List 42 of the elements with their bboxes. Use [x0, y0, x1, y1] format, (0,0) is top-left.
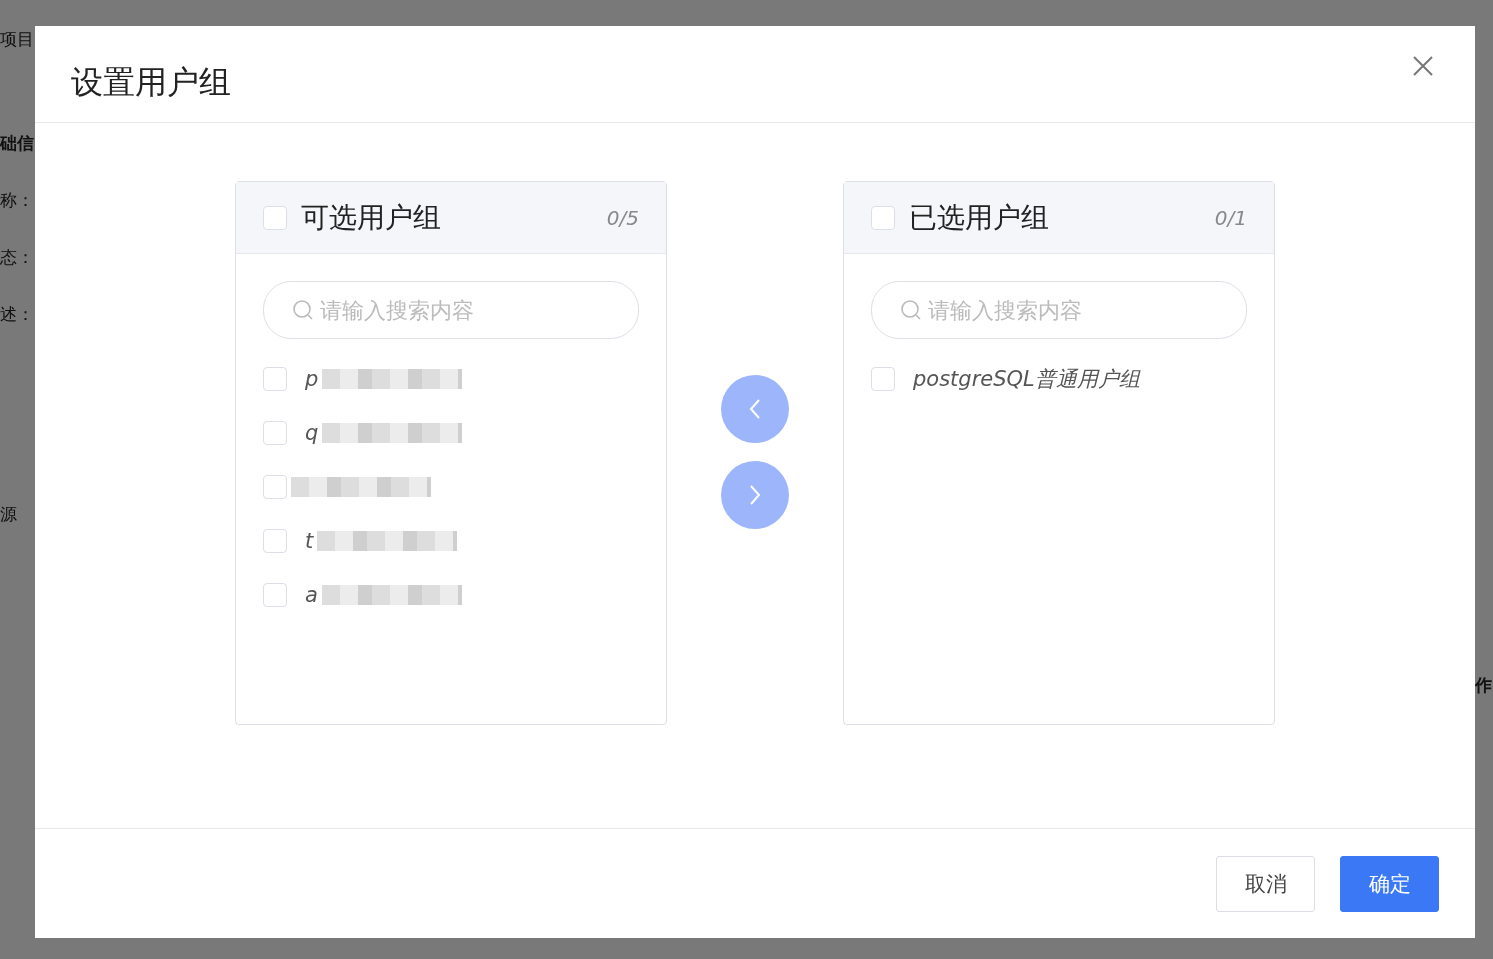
confirm-button[interactable]: 确定 — [1340, 855, 1439, 912]
item-label: p — [305, 367, 319, 391]
panel-title: 可选用户组 — [301, 199, 442, 236]
select-all-checkbox[interactable] — [871, 205, 895, 230]
item-checkbox[interactable] — [263, 583, 287, 607]
item-checkbox[interactable] — [263, 367, 287, 391]
list-item[interactable]: p — [263, 367, 639, 391]
selection-count: 0/1 — [1214, 205, 1247, 230]
list-item[interactable]: a — [263, 583, 639, 607]
panel-title: 已选用户组 — [909, 199, 1050, 236]
chevron-right-icon — [748, 484, 762, 506]
item-label: q — [305, 421, 319, 445]
item-label: a — [305, 583, 318, 607]
select-all-checkbox[interactable] — [263, 205, 287, 230]
search-input[interactable]: 请输入搜索内容 — [318, 296, 610, 324]
search-input[interactable]: 请输入搜索内容 — [926, 296, 1218, 324]
close-button[interactable] — [1411, 54, 1435, 78]
item-checkbox[interactable] — [263, 421, 287, 445]
list-item[interactable]: postgreSQL普通用户组 — [871, 367, 1247, 391]
close-icon — [1413, 56, 1433, 76]
search-field[interactable]: 请输入搜索内容 — [263, 281, 639, 339]
search-icon — [900, 299, 922, 321]
chevron-left-icon — [748, 398, 762, 420]
background-text: 础信 — [0, 132, 35, 155]
background-text: 述： — [0, 303, 35, 326]
background-text: 称： — [0, 189, 35, 212]
item-checkbox[interactable] — [263, 475, 287, 499]
item-checkbox[interactable] — [871, 367, 895, 391]
cancel-button[interactable]: 取消 — [1216, 855, 1315, 912]
list-item[interactable]: t — [263, 529, 639, 553]
list-item[interactable]: q — [263, 421, 639, 445]
item-label: t — [305, 529, 314, 553]
item-label: postgreSQL普通用户组 — [913, 366, 1140, 393]
background-text: 项目 — [0, 28, 35, 51]
background-text: 作 — [1475, 674, 1493, 697]
dialog-title: 设置用户组 — [71, 62, 231, 103]
search-field[interactable]: 请输入搜索内容 — [871, 281, 1247, 339]
search-icon — [292, 299, 314, 321]
background-text: 态： — [0, 246, 35, 269]
selection-count: 0/5 — [606, 205, 639, 230]
item-checkbox[interactable] — [263, 529, 287, 553]
background-text: 源 — [0, 503, 18, 526]
